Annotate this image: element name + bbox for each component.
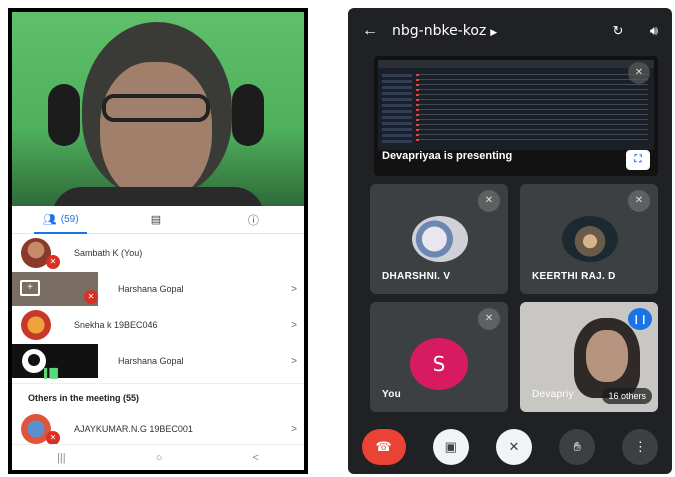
tile-name: Devapriy [532, 389, 574, 400]
initial-avatar: S [410, 338, 468, 390]
shared-screen [378, 60, 654, 150]
mic-off-icon: ✕ [628, 190, 650, 212]
chevron-right-icon[interactable]: > [284, 320, 304, 331]
participant-row[interactable]: ✕ AJAYKUMAR.N.G 19BEC001 > [12, 411, 304, 447]
avatar [412, 216, 468, 262]
present-screen-icon: + [20, 280, 40, 296]
mic-off-icon: ✕ [84, 290, 98, 304]
chevron-right-icon[interactable]: > [284, 356, 304, 367]
meeting-code[interactable]: nbg-nbke-koz ▶ [392, 23, 600, 39]
shared-screen-sidebar [382, 74, 412, 144]
participant-thumbnail: ▌█▌ [12, 344, 98, 378]
participant-tile[interactable]: ✕ KEERTHI RAJ. D [520, 184, 658, 294]
others-heading: Others in the meeting (55) [12, 383, 304, 411]
raise-hand-button[interactable]: ✋︎ [559, 429, 596, 465]
tab-info[interactable]: ⓘ [207, 206, 304, 233]
avatar [22, 349, 46, 373]
participant-row[interactable]: ✕ Sambath K (You) [12, 235, 304, 271]
tile-name: You [382, 389, 402, 400]
presenting-label: Devapriyaa is presenting [382, 150, 513, 162]
mic-off-icon: ✕ [46, 431, 60, 445]
hand-icon: ✋︎ [573, 439, 581, 454]
tile-name: KEERTHI RAJ. D [532, 271, 616, 282]
avatar [21, 310, 51, 340]
caret-right-icon: ▶ [490, 28, 498, 38]
speaking-indicator-icon: ▌█▌ [44, 368, 61, 378]
speaker-icon[interactable]: 🔊︎ [636, 23, 672, 39]
others-count-pill[interactable]: 16 others [602, 388, 652, 404]
camera-toggle-button[interactable]: ▣ [432, 429, 469, 465]
left-phone-screenshot: 👥︎ (59) ▤ ⓘ ✕ Sambath K (You) + ✕ Harsha… [8, 8, 308, 474]
self-tile[interactable]: ✕ S You [370, 302, 508, 412]
shirt [52, 187, 264, 206]
android-nav-bar: ||| ○ < [12, 444, 304, 470]
phone-hangup-icon: ☎︎ [375, 439, 392, 454]
more-options-button[interactable]: ⋮ [622, 429, 659, 465]
mic-off-icon: ✕ [628, 62, 650, 84]
participants-screen: 👥︎ (59) ▤ ⓘ ✕ Sambath K (You) + ✕ Harsha… [12, 12, 304, 470]
avatar-wrap: ✕ [12, 411, 60, 447]
participant-row[interactable]: Snekha k 19BEC046 > [12, 307, 304, 343]
participant-list: ✕ Sambath K (You) + ✕ Harshana Gopal > S… [12, 235, 304, 447]
tab-chat[interactable]: ▤ [109, 206, 206, 233]
shared-screen-toolbar [378, 60, 654, 68]
self-video [12, 12, 304, 206]
participant-name: Sambath K (You) [74, 248, 143, 258]
avatar-wrap: ✕ [12, 235, 60, 271]
participant-row[interactable]: + ✕ Harshana Gopal > [12, 271, 304, 307]
panel-tabs: 👥︎ (59) ▤ ⓘ [12, 206, 304, 234]
call-controls: ☎︎ ▣ ✕ ✋︎ ⋮ [348, 426, 672, 468]
headphone-left [48, 84, 80, 146]
glasses [102, 94, 210, 122]
participant-name: Harshana Gopal [118, 284, 184, 294]
mic-toggle-button[interactable]: ✕ [495, 429, 532, 465]
person-face [586, 330, 628, 382]
mic-off-icon: ✕ [478, 190, 500, 212]
participant-name: Snekha k 19BEC046 [74, 320, 158, 330]
switch-camera-icon[interactable]: ↻ [600, 23, 636, 39]
chevron-right-icon[interactable]: > [284, 424, 304, 435]
info-icon: ⓘ [247, 214, 259, 227]
avatar [562, 216, 618, 262]
mic-off-icon: ✕ [478, 308, 500, 330]
meeting-top-bar: ← nbg-nbke-koz ▶ ↻ 🔊︎ [348, 8, 672, 54]
recents-icon[interactable]: ||| [57, 452, 66, 464]
people-icon: 👥︎ [42, 214, 57, 226]
home-icon[interactable]: ○ [156, 452, 163, 464]
face [100, 62, 212, 202]
chat-icon: ▤ [150, 214, 162, 226]
shared-screen-file-list [418, 74, 648, 144]
participant-name: AJAYKUMAR.N.G 19BEC001 [74, 424, 193, 434]
speaking-indicator-icon: ❙❙ [628, 308, 652, 330]
back-icon[interactable]: < [253, 452, 259, 464]
participant-name: Harshana Gopal [118, 356, 184, 366]
end-call-button[interactable]: ☎︎ [361, 429, 406, 465]
tile-name: DHARSHNI. V [382, 271, 451, 282]
presentation-tile[interactable]: ✕ Devapriyaa is presenting ⛶ [374, 56, 658, 176]
camera-off-icon: ▣ [444, 439, 457, 454]
participant-tile[interactable]: ✕ DHARSHNI. V [370, 184, 508, 294]
participant-tile[interactable]: ❙❙ Devapriy 16 others [520, 302, 658, 412]
fullscreen-icon[interactable]: ⛶ [626, 150, 650, 170]
avatar-wrap [12, 307, 60, 343]
participant-row[interactable]: ▌█▌ Harshana Gopal > [12, 343, 304, 379]
tab-people-count: (59) [60, 214, 79, 225]
back-arrow-icon[interactable]: ← [348, 22, 392, 40]
mic-off-icon: ✕ [508, 439, 520, 454]
more-vert-icon: ⋮ [633, 439, 647, 454]
mic-off-icon: ✕ [46, 255, 60, 269]
presenting-thumbnail: + ✕ [12, 272, 98, 306]
headphone-right [232, 84, 264, 146]
right-phone-screenshot: ← nbg-nbke-koz ▶ ↻ 🔊︎ ✕ Devapriyaa is pre… [348, 8, 672, 474]
tab-people[interactable]: 👥︎ (59) [12, 206, 109, 234]
chevron-right-icon[interactable]: > [284, 284, 304, 295]
